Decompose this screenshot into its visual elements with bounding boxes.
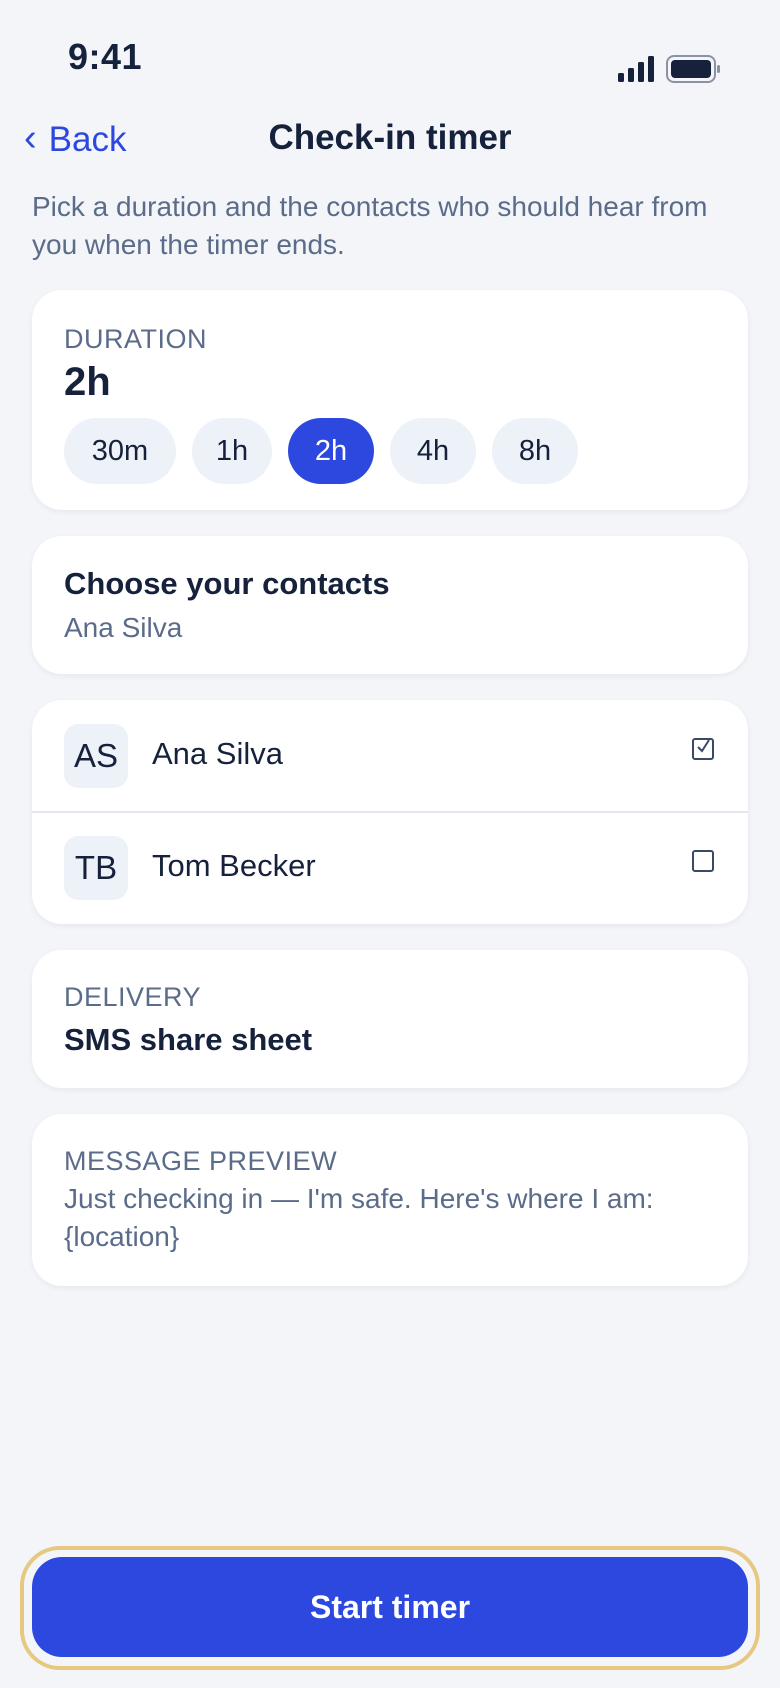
duration-chip-8h[interactable]: 8h (492, 418, 578, 484)
page-title: Check-in timer (268, 118, 512, 157)
delivery-value: SMS share sheet (64, 1022, 313, 1057)
duration-options: 30m 1h 2h 4h 8h (64, 418, 578, 484)
duration-card: DURATION 2h 30m 1h 2h 4h 8h (32, 290, 748, 510)
checkbox-checked-icon[interactable] (692, 738, 714, 760)
navigation-bar: ‹ Back Check-in timer (0, 112, 780, 168)
contacts-title: Choose your contacts (64, 566, 390, 601)
duration-label: DURATION (64, 324, 207, 354)
contacts-picker[interactable]: Choose your contacts Ana Silva (32, 536, 748, 674)
message-preview-label: MESSAGE PREVIEW (64, 1146, 338, 1176)
avatar: TB (64, 836, 128, 900)
duration-chip-30m[interactable]: 30m (64, 418, 176, 484)
battery-full-icon (666, 55, 722, 83)
message-preview-card: MESSAGE PREVIEW Just checking in — I'm s… (32, 1114, 748, 1286)
duration-chip-4h[interactable]: 4h (390, 418, 476, 484)
message-preview-text: Just checking in — I'm safe. Here's wher… (64, 1183, 654, 1252)
contact-row-tom-becker[interactable]: TB Tom Becker (32, 812, 748, 924)
signal-bars-icon (618, 56, 656, 82)
duration-chip-2h[interactable]: 2h (288, 418, 374, 484)
contacts-summary: Ana Silva (64, 612, 183, 643)
contact-list: AS Ana Silva TB Tom Becker (32, 700, 748, 924)
duration-chip-1h[interactable]: 1h (192, 418, 272, 484)
delivery-card[interactable]: DELIVERY SMS share sheet (32, 950, 748, 1088)
duration-value: 2h (64, 360, 111, 404)
contact-name: Tom Becker (152, 848, 316, 883)
avatar: AS (64, 724, 128, 788)
intro-text: Pick a duration and the contacts who sho… (32, 191, 708, 260)
delivery-label: DELIVERY (64, 982, 202, 1012)
status-time: 9:41 (68, 36, 143, 77)
contact-name: Ana Silva (152, 736, 283, 771)
contact-row-ana-silva[interactable]: AS Ana Silva (32, 700, 748, 813)
start-timer-button[interactable]: Start timer (32, 1557, 748, 1657)
checkbox-unchecked-icon[interactable] (692, 850, 714, 872)
status-bar: 9:41 (0, 0, 780, 100)
